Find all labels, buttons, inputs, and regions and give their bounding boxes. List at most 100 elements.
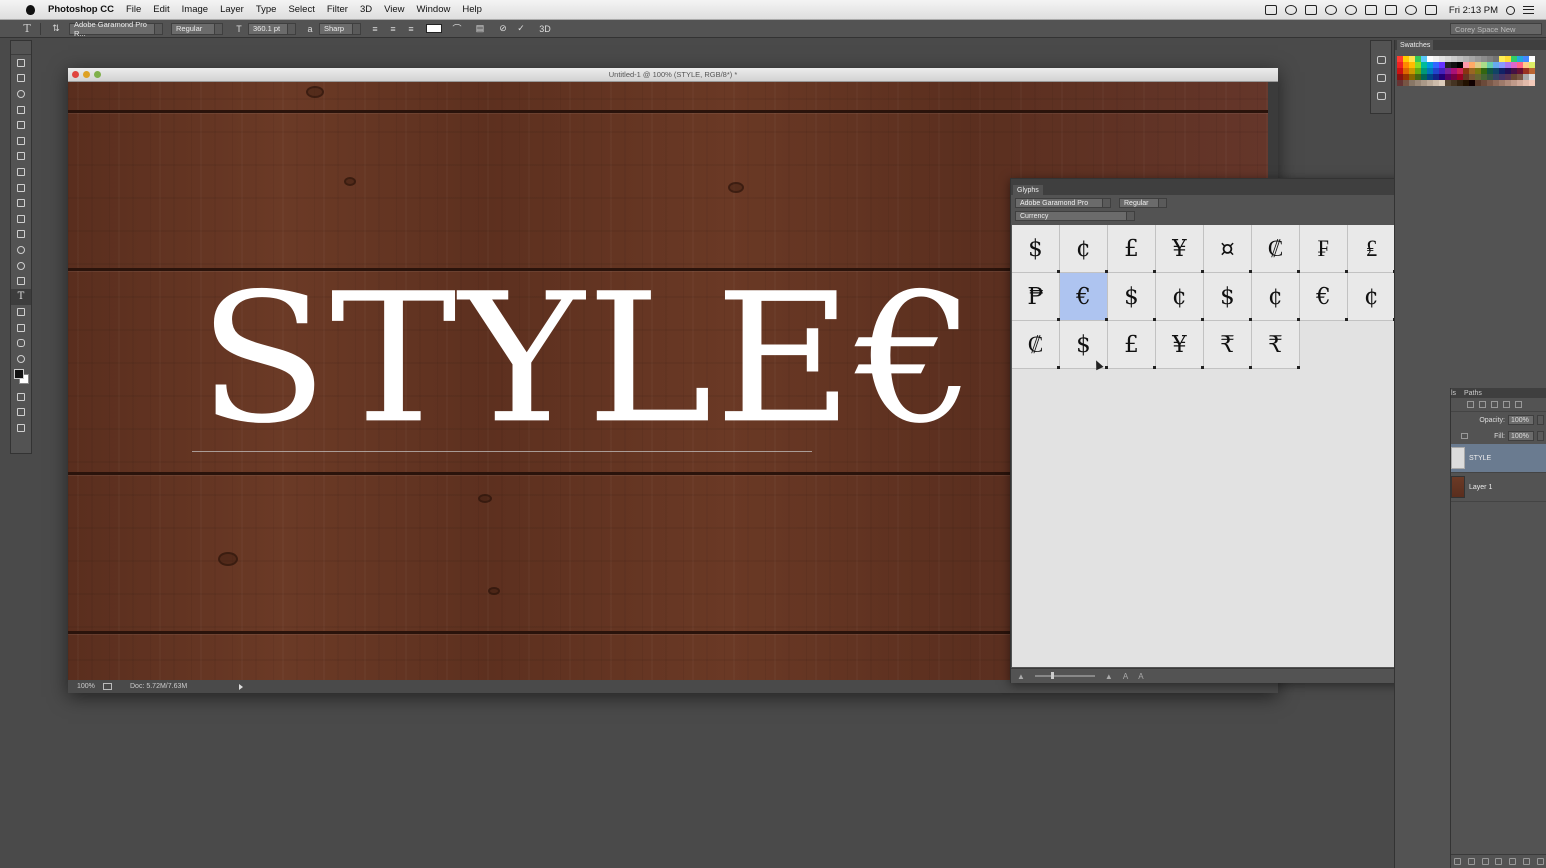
character-panel-icon[interactable]: ▤ — [474, 23, 486, 35]
stamp-tool[interactable] — [11, 180, 31, 196]
glyph-cell[interactable]: ₱ — [1012, 273, 1060, 321]
filter-pixel-icon[interactable] — [1467, 401, 1474, 408]
notification-icon[interactable] — [1344, 5, 1357, 15]
fx-icon[interactable] — [1468, 858, 1476, 865]
glyph-category-select[interactable]: Currency — [1015, 211, 1135, 221]
menu-edit[interactable]: Edit — [153, 4, 169, 15]
clock[interactable]: Fri 2:13 PM — [1449, 5, 1498, 16]
gradient-tool[interactable] — [11, 227, 31, 243]
warp-text-icon[interactable]: ⌒ — [451, 23, 463, 35]
share-icon[interactable] — [103, 683, 112, 690]
crop-tool[interactable] — [11, 117, 31, 133]
tools-header[interactable] — [11, 41, 31, 55]
workspace-select[interactable]: Corey Space New — [1450, 23, 1542, 35]
brush-tool[interactable] — [11, 164, 31, 180]
airplay-icon[interactable] — [1364, 5, 1377, 15]
dock-character-button[interactable] — [1371, 87, 1391, 105]
color-swatches[interactable] — [11, 367, 31, 389]
lasso-tool[interactable] — [11, 86, 31, 102]
filter-adjust-icon[interactable] — [1479, 401, 1486, 408]
canvas-text-layer[interactable]: STYLE€ — [198, 270, 978, 449]
tab-swatches[interactable]: Swatches — [1397, 40, 1434, 50]
lock-icon[interactable] — [1461, 433, 1468, 439]
color-swatch[interactable] — [1529, 80, 1535, 86]
type-tool-preset-icon[interactable]: T — [20, 22, 34, 36]
status-menu-arrow-icon[interactable] — [239, 683, 244, 690]
history-brush-tool[interactable] — [11, 195, 31, 211]
menu-help[interactable]: Help — [462, 4, 482, 15]
healing-tool[interactable] — [11, 149, 31, 165]
quick-mask-tool[interactable] — [11, 389, 31, 405]
glyph-cell[interactable]: € — [1060, 273, 1108, 321]
menu-type[interactable]: Type — [256, 4, 277, 15]
glyph-cell[interactable]: ¢ — [1252, 273, 1300, 321]
type-tool[interactable]: T — [11, 288, 31, 305]
wifi-icon[interactable] — [1404, 5, 1417, 15]
align-left-icon[interactable]: ≡ — [369, 23, 381, 35]
large-glyph-icon[interactable]: A — [1138, 672, 1143, 681]
glyph-style-select[interactable]: Regular — [1119, 198, 1167, 208]
menu-view[interactable]: View — [384, 4, 404, 15]
shape-tool[interactable] — [11, 320, 31, 336]
font-style-select[interactable]: Regular — [171, 22, 223, 35]
new-layer-icon[interactable] — [1522, 858, 1530, 865]
zoom-level[interactable]: 100% — [77, 683, 103, 690]
battery-icon[interactable] — [1424, 5, 1437, 15]
menu-file[interactable]: File — [126, 4, 141, 15]
minimize-icon[interactable] — [83, 71, 90, 78]
text-color-swatch[interactable] — [426, 24, 442, 33]
zoom-out-icon[interactable]: ▲ — [1017, 672, 1025, 681]
creative-cloud-icon[interactable] — [1324, 5, 1337, 15]
zoom-icon[interactable] — [94, 71, 101, 78]
bluetooth-icon[interactable] — [1384, 5, 1397, 15]
dock-glyphs-button[interactable] — [1371, 51, 1391, 69]
pen-tool[interactable] — [11, 273, 31, 289]
fill-field[interactable]: 100% — [1508, 431, 1534, 441]
frame-tool[interactable] — [11, 420, 31, 436]
opacity-field[interactable]: 100% — [1508, 415, 1534, 425]
glyph-cell[interactable]: ¢ — [1156, 273, 1204, 321]
foreground-color[interactable] — [14, 368, 24, 379]
font-family-select[interactable]: Adobe Garamond Pro R... — [69, 20, 163, 38]
zoom-in-icon[interactable]: ▲ — [1105, 672, 1113, 681]
filter-shape-icon[interactable] — [1503, 401, 1510, 408]
display-icon[interactable] — [1304, 5, 1317, 15]
glyph-size-slider[interactable] — [1034, 672, 1095, 679]
menu-select[interactable]: Select — [288, 4, 314, 15]
glyph-cell[interactable]: $ — [1108, 273, 1156, 321]
document-titlebar[interactable]: Untitled-1 @ 100% (STYLE, RGB/8*) * — [68, 68, 1278, 82]
commit-icon[interactable]: ✓ — [515, 23, 527, 35]
quick-select-tool[interactable] — [11, 102, 31, 118]
apple-icon[interactable] — [22, 4, 38, 16]
glyph-cell[interactable]: ₹ — [1252, 321, 1300, 369]
glyph-cell[interactable]: ₡ — [1012, 321, 1060, 369]
eraser-tool[interactable] — [11, 211, 31, 227]
glyph-cell[interactable]: ¥ — [1156, 321, 1204, 369]
glyph-cell[interactable]: $ — [1012, 225, 1060, 273]
orientation-toggle-icon[interactable]: ⇅ — [50, 23, 62, 35]
glyph-cell[interactable]: $ — [1204, 273, 1252, 321]
app-name[interactable]: Photoshop CC — [48, 4, 114, 15]
glyph-cell[interactable]: ¤ — [1204, 225, 1252, 273]
chevron-down-icon[interactable] — [1537, 415, 1544, 425]
tab-glyphs[interactable]: Glyphs — [1013, 185, 1043, 195]
glyph-cell[interactable]: ¢ — [1060, 225, 1108, 273]
trash-icon[interactable] — [1536, 858, 1544, 865]
glyph-cell[interactable]: ¥ — [1156, 225, 1204, 273]
menu-3d[interactable]: 3D — [360, 4, 372, 15]
glyph-cell[interactable]: £ — [1108, 225, 1156, 273]
marquee-tool[interactable] — [11, 71, 31, 87]
menu-image[interactable]: Image — [182, 4, 208, 15]
zoom-tool[interactable] — [11, 351, 31, 367]
layer-row-style[interactable]: STYLE — [1451, 444, 1546, 473]
tab-paths[interactable]: Paths — [1464, 388, 1482, 398]
glyph-cell[interactable]: ₣ — [1300, 225, 1348, 273]
filter-type-icon[interactable] — [1491, 401, 1498, 408]
link-icon[interactable] — [1454, 858, 1462, 865]
screen-mode-tool[interactable] — [11, 404, 31, 420]
antialias-select[interactable]: Sharp — [319, 22, 361, 35]
dock-header[interactable] — [1371, 41, 1391, 51]
menu-window[interactable]: Window — [417, 4, 451, 15]
hand-tool[interactable] — [11, 336, 31, 352]
small-glyph-icon[interactable]: A — [1123, 672, 1128, 681]
